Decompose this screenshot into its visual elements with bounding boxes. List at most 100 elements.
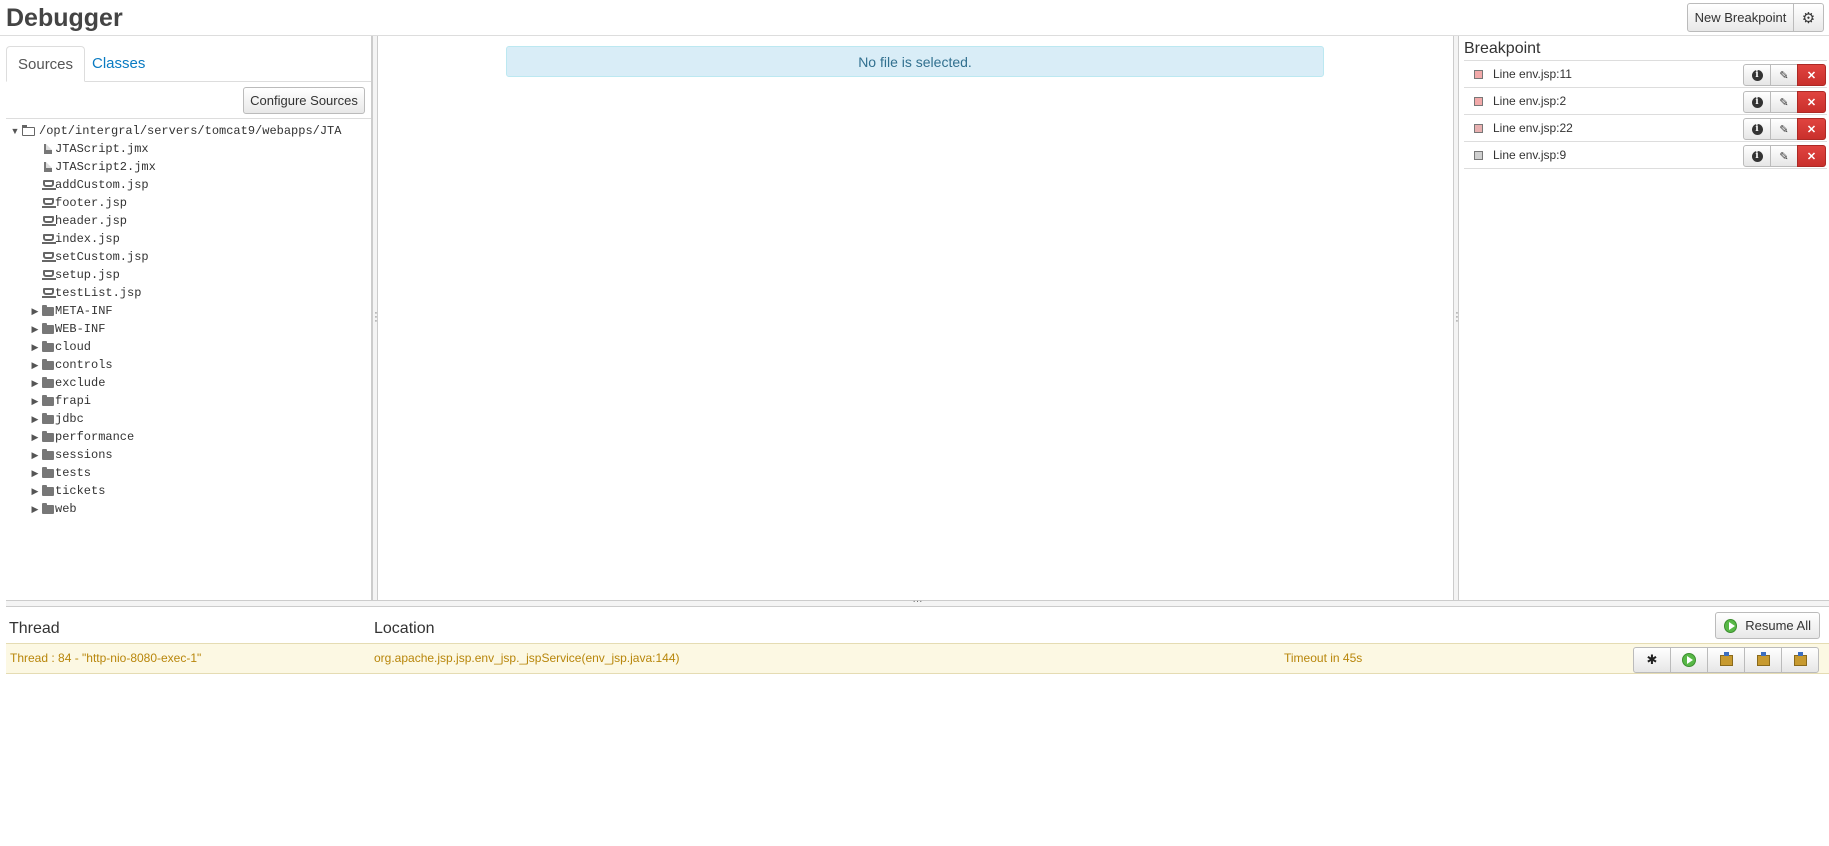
tree-folder-label: frapi	[55, 394, 92, 408]
breakpoint-row[interactable]: Line env.jsp:22 i ✎ ✕	[1464, 115, 1827, 142]
step-over-button[interactable]	[1707, 647, 1745, 673]
table-row[interactable]: Thread : 84 - "http-nio-8080-exec-1" org…	[6, 643, 1829, 674]
tree-file[interactable]: setup.jsp	[6, 266, 371, 284]
breakpoint-label: Line env.jsp:22	[1493, 121, 1573, 135]
tree-file[interactable]: JTAScript2.jmx	[6, 158, 371, 176]
tree-folder[interactable]: ▶ exclude	[6, 374, 371, 392]
tree-root[interactable]: ▼ /opt/intergral/servers/tomcat9/webapps/…	[6, 122, 371, 140]
breakpoint-label: Line env.jsp:9	[1493, 148, 1567, 162]
step-out-icon	[1793, 651, 1807, 666]
breakpoint-info-button[interactable]: i	[1743, 64, 1771, 86]
tree-file[interactable]: footer.jsp	[6, 194, 371, 212]
resume-all-button[interactable]: Resume All	[1715, 612, 1820, 639]
tree-folder-label: jdbc	[55, 412, 84, 426]
tree-folder[interactable]: ▶ tests	[6, 464, 371, 482]
breakpoint-delete-button[interactable]: ✕	[1797, 118, 1826, 140]
thread-location[interactable]: org.apache.jsp.jsp.env_jsp._jspService(e…	[374, 651, 680, 665]
tree-file[interactable]: testList.jsp	[6, 284, 371, 302]
file-icon	[44, 162, 52, 172]
tree-folder-label: sessions	[55, 448, 113, 462]
close-icon: ✕	[1806, 96, 1817, 109]
breakpoint-delete-button[interactable]: ✕	[1797, 145, 1826, 167]
jsp-icon	[42, 180, 56, 190]
tab-classes[interactable]: Classes	[81, 46, 156, 82]
tree-file-label: index.jsp	[55, 232, 120, 246]
tree-folder-label: performance	[55, 430, 135, 444]
breakpoint-row[interactable]: Line env.jsp:11 i ✎ ✕	[1464, 61, 1827, 88]
caret-right-icon[interactable]: ▶	[30, 338, 40, 356]
tree-folder-label: tickets	[55, 484, 106, 498]
no-file-alert: No file is selected.	[506, 46, 1324, 77]
tree-folder[interactable]: ▶ performance	[6, 428, 371, 446]
tree-file-label: footer.jsp	[55, 196, 128, 210]
info-icon: i	[1751, 150, 1763, 162]
caret-right-icon[interactable]: ▶	[30, 374, 40, 392]
tree-folder[interactable]: ▶ META-INF	[6, 302, 371, 320]
caret-right-icon[interactable]: ▶	[30, 302, 40, 320]
bottom-splitter[interactable]: ···	[6, 597, 1829, 607]
source-tree: ▼ /opt/intergral/servers/tomcat9/webapps/…	[6, 118, 371, 518]
tree-folder[interactable]: ▶ frapi	[6, 392, 371, 410]
caret-right-icon[interactable]: ▶	[30, 410, 40, 428]
editor-panel: No file is selected.	[379, 36, 1453, 600]
caret-right-icon[interactable]: ▶	[30, 446, 40, 464]
breakpoint-info-button[interactable]: i	[1743, 91, 1771, 113]
settings-button[interactable]: ⚙	[1793, 3, 1824, 32]
breakpoint-delete-button[interactable]: ✕	[1797, 91, 1826, 113]
tree-folder[interactable]: ▶ tickets	[6, 482, 371, 500]
close-icon: ✕	[1806, 123, 1817, 136]
breakpoint-info-button[interactable]: i	[1743, 145, 1771, 167]
location-column-header: Location	[374, 620, 435, 637]
folder-icon	[42, 359, 54, 370]
info-icon: i	[1751, 96, 1763, 108]
tree-folder[interactable]: ▶ controls	[6, 356, 371, 374]
step-into-button[interactable]	[1744, 647, 1782, 673]
left-splitter[interactable]: · · ·	[372, 36, 378, 600]
bug-icon: ✱	[1646, 652, 1658, 667]
breakpoint-edit-button[interactable]: ✎	[1770, 118, 1798, 140]
right-splitter[interactable]: · · ·	[1453, 36, 1459, 600]
configure-sources-button[interactable]: Configure Sources	[243, 87, 365, 114]
play-icon	[1682, 653, 1696, 667]
breakpoint-row[interactable]: Line env.jsp:2 i ✎ ✕	[1464, 88, 1827, 115]
tree-folder-label: web	[55, 502, 77, 516]
caret-right-icon[interactable]: ▶	[30, 464, 40, 482]
jsp-icon	[42, 252, 56, 262]
tree-folder[interactable]: ▶ WEB-INF	[6, 320, 371, 338]
tree-folder[interactable]: ▶ cloud	[6, 338, 371, 356]
breakpoint-list: Line env.jsp:11 i ✎ ✕ Line env.jsp:2 i ✎ ✕ Line …	[1464, 60, 1827, 169]
tree-file[interactable]: addCustom.jsp	[6, 176, 371, 194]
breakpoint-delete-button[interactable]: ✕	[1797, 64, 1826, 86]
caret-down-icon[interactable]: ▼	[10, 122, 20, 140]
debug-thread-button[interactable]: ✱	[1633, 647, 1671, 673]
resume-thread-button[interactable]	[1670, 647, 1708, 673]
jsp-icon	[42, 198, 56, 208]
caret-right-icon[interactable]: ▶	[30, 392, 40, 410]
tree-file[interactable]: index.jsp	[6, 230, 371, 248]
caret-right-icon[interactable]: ▶	[30, 356, 40, 374]
tab-sources[interactable]: Sources	[6, 46, 86, 82]
caret-right-icon[interactable]: ▶	[30, 428, 40, 446]
tree-file-label: header.jsp	[55, 214, 128, 228]
caret-right-icon[interactable]: ▶	[30, 500, 40, 518]
caret-right-icon[interactable]: ▶	[30, 320, 40, 338]
breakpoints-panel: Breakpoint Line env.jsp:11 i ✎ ✕ Line env.js…	[1460, 36, 1829, 600]
breakpoint-row[interactable]: Line env.jsp:9 i ✎ ✕	[1464, 142, 1827, 169]
breakpoint-edit-button[interactable]: ✎	[1770, 64, 1798, 86]
tree-file[interactable]: setCustom.jsp	[6, 248, 371, 266]
new-breakpoint-button[interactable]: New Breakpoint	[1687, 3, 1794, 32]
breakpoint-edit-button[interactable]: ✎	[1770, 91, 1798, 113]
info-icon: i	[1751, 123, 1763, 135]
caret-right-icon[interactable]: ▶	[30, 482, 40, 500]
step-out-button[interactable]	[1781, 647, 1819, 673]
tree-file[interactable]: header.jsp	[6, 212, 371, 230]
tree-folder[interactable]: ▶ sessions	[6, 446, 371, 464]
tree-file-label: setCustom.jsp	[55, 250, 149, 264]
tree-folder[interactable]: ▶ web	[6, 500, 371, 518]
close-icon: ✕	[1806, 69, 1817, 82]
breakpoint-edit-button[interactable]: ✎	[1770, 145, 1798, 167]
breakpoint-info-button[interactable]: i	[1743, 118, 1771, 140]
breakpoint-marker-icon	[1474, 97, 1483, 106]
tree-file[interactable]: JTAScript.jmx	[6, 140, 371, 158]
tree-folder[interactable]: ▶ jdbc	[6, 410, 371, 428]
